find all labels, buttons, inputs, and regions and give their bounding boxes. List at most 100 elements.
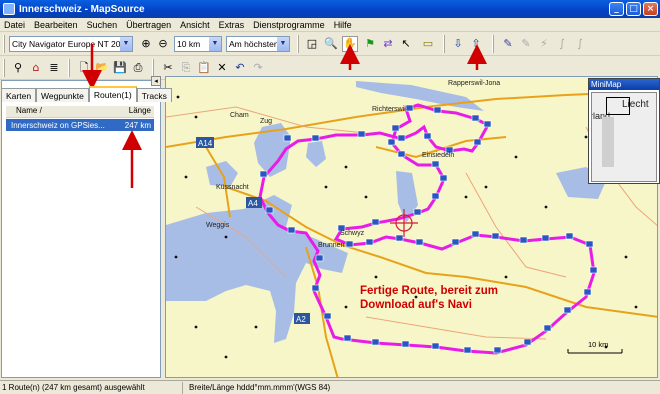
chevron-down-icon: ▼ (120, 37, 132, 51)
minimap-title: MiniMap (589, 79, 659, 90)
svg-text:A14: A14 (198, 139, 213, 148)
waypoint-flag-icon[interactable]: ⚑ (362, 36, 378, 52)
app-icon (3, 3, 15, 15)
find-places-icon[interactable]: ⚲ (10, 60, 26, 76)
device-connect-icon[interactable]: ✎ (500, 36, 516, 52)
send-to-device-icon[interactable]: ⇧ (468, 36, 484, 52)
open-folder-icon[interactable]: 📂 (94, 60, 110, 76)
cut-icon[interactable]: ✂ (160, 60, 176, 76)
delete-icon[interactable]: ✕ (214, 60, 230, 76)
scale-label: 10 km (588, 340, 608, 349)
route-list-header: Name / Länge (6, 106, 154, 118)
menu-extras[interactable]: Extras (219, 20, 245, 30)
zoom-out-icon[interactable]: ⊖ (155, 36, 171, 52)
device-tool-icon: ✎ (521, 37, 531, 50)
paste-icon: 📋 (197, 61, 211, 74)
annotation-line: Fertige Route, bereit zum (360, 285, 499, 297)
new-file-icon[interactable]: 🗋 (76, 60, 92, 76)
toolbar-grip[interactable] (443, 35, 445, 53)
place-label: Cham (230, 112, 249, 119)
menu-hilfe[interactable]: Hilfe (334, 20, 352, 30)
map-view[interactable]: Rapperswil-Jona Richterswil Cham Zug Ein… (165, 76, 658, 378)
status-bar: 1 Route(n) (247 km gesamt) ausgewählt Br… (0, 380, 660, 394)
tab-routen[interactable]: Routen(1) (88, 86, 137, 102)
route-tool-icon[interactable]: ⇄ (380, 36, 396, 52)
place-label: Rapperswil-Jona (448, 80, 500, 87)
zoom-in-icon[interactable]: ⊕ (138, 36, 154, 52)
panel-tabs: Karten Wegpunkte Routen(1) Tracks (1, 86, 172, 102)
column-name-header[interactable]: Name / (6, 106, 118, 117)
scale-bar (567, 349, 623, 354)
route-row[interactable]: Innerschweiz on GPSies... 247 km (6, 119, 154, 131)
detail-level-select[interactable]: Am höchsten ▼ (226, 36, 290, 52)
place-label: Einsiedeln (422, 152, 454, 159)
minimap-region (602, 117, 614, 167)
tab-wegpunkte[interactable]: Wegpunkte (36, 88, 89, 102)
toolbar-grip[interactable] (152, 59, 154, 77)
track-icon: ∫ (559, 37, 565, 50)
redo-icon: ↷ (253, 61, 263, 74)
minimap-view[interactable]: Liecht rland (591, 92, 657, 182)
place-label: Schwyz (340, 230, 365, 237)
minimap-viewport[interactable] (606, 97, 630, 115)
minimap-panel[interactable]: MiniMap Liecht rland (588, 78, 660, 184)
tab-tracks[interactable]: Tracks (136, 88, 172, 102)
status-selection: 1 Route(n) (247 km gesamt) ausgewählt (0, 381, 183, 394)
menu-ansicht[interactable]: Ansicht (180, 20, 210, 30)
map-canvas: Rapperswil-Jona Richterswil Cham Zug Ein… (166, 80, 657, 377)
toolbar-grip[interactable] (3, 35, 5, 53)
toolbar-grip[interactable] (68, 59, 70, 77)
minimize-button[interactable]: _ (609, 2, 624, 16)
route-name: Innerschweiz on GPSies... (11, 120, 105, 130)
hand-tool-icon[interactable]: ✋ (342, 36, 358, 52)
copy-icon: ⎘ (181, 61, 191, 74)
toolbar-grip[interactable] (492, 35, 494, 53)
menu-bar: Datei Bearbeiten Suchen Übertragen Ansic… (0, 18, 660, 32)
select-arrow-icon[interactable]: ↖ (398, 36, 414, 52)
menu-suchen[interactable]: Suchen (87, 20, 118, 30)
road-badge: A4 (246, 197, 262, 208)
lake-aegerisee (306, 141, 326, 167)
svg-text:A2: A2 (296, 315, 306, 324)
save-icon[interactable]: 💾 (112, 60, 128, 76)
column-length-header[interactable]: Länge (118, 106, 154, 117)
window-title: Innerschweiz - MapSource (19, 3, 145, 15)
menu-datei[interactable]: Datei (4, 20, 25, 30)
menu-bearbeiten[interactable]: Bearbeiten (34, 20, 78, 30)
zoom-tool-icon[interactable]: 🔍 (323, 36, 339, 52)
map-product-value: City Navigator Europe NT 2011.4 (12, 39, 120, 49)
properties-icon[interactable]: ≣ (46, 60, 62, 76)
route-length: 247 km (124, 120, 151, 130)
panel-close-icon[interactable]: ◂ (151, 76, 161, 86)
measure-tool-icon[interactable]: ▭ (420, 36, 436, 52)
toolbar-grip[interactable] (297, 35, 299, 53)
zoom-scale-select[interactable]: 10 km ▼ (174, 36, 222, 52)
map-tool-icon[interactable]: ◲ (304, 36, 320, 52)
annotation-line: Download auf's Navi (360, 299, 473, 311)
place-label: Zug (260, 118, 272, 125)
toolbar-grip[interactable] (3, 59, 5, 77)
chevron-down-icon: ▼ (277, 37, 289, 51)
annotation-text: Fertige Route, bereit zum Download auf's… (360, 284, 498, 312)
close-button[interactable]: × (643, 2, 658, 16)
map-product-select[interactable]: City Navigator Europe NT 2011.4 ▼ (9, 36, 133, 52)
status-coordinates: Breite/Länge hddd°mm.mmm'(WGS 84) (189, 382, 331, 392)
undo-icon[interactable]: ↶ (232, 60, 248, 76)
receive-from-device-icon[interactable]: ⇩ (450, 36, 466, 52)
print-icon[interactable]: ⎙ (130, 60, 146, 76)
find-nearest-icon[interactable]: ⌂ (28, 60, 44, 76)
tab-karten[interactable]: Karten (1, 88, 37, 102)
menu-dienstprogramme[interactable]: Dienstprogramme (253, 20, 325, 30)
place-label: Richterswil (372, 106, 406, 113)
satellite-icon: ⚡ (540, 37, 548, 50)
svg-text:A4: A4 (248, 199, 258, 208)
place-label: Küssnacht (216, 184, 249, 191)
detail-level-value: Am höchsten (229, 39, 277, 49)
menu-uebertragen[interactable]: Übertragen (126, 20, 171, 30)
maximize-button[interactable]: □ (626, 2, 641, 16)
place-label: Brunnen (318, 242, 345, 249)
map-toolbar: City Navigator Europe NT 2011.4 ▼ ⊕ ⊖ 10… (0, 32, 660, 56)
lake-vierwaldstaettersee (166, 195, 348, 343)
chevron-down-icon: ▼ (209, 37, 221, 51)
track-filter-icon: ∫ (577, 37, 583, 50)
